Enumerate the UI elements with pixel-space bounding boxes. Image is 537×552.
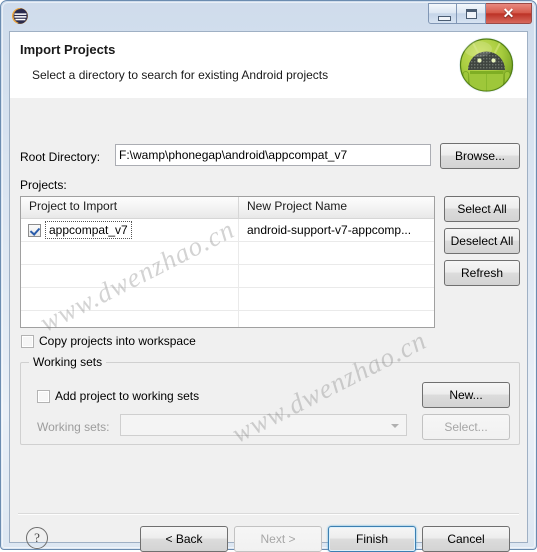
back-button[interactable]: < Back	[140, 526, 228, 552]
close-button[interactable]: ✕	[486, 3, 532, 24]
projects-label: Projects:	[20, 178, 67, 192]
dialog-body: Root Directory: F:\wamp\phonegap\android…	[10, 98, 527, 552]
table-row[interactable]	[21, 311, 434, 327]
project-name-text: appcompat_v7	[45, 221, 132, 239]
projects-table[interactable]: Project to Import New Project Name appco…	[20, 196, 435, 328]
minimize-icon	[438, 16, 451, 21]
maximize-button[interactable]	[457, 3, 486, 24]
column-header-new-project-name[interactable]: New Project Name	[239, 197, 434, 218]
table-header: Project to Import New Project Name	[21, 197, 434, 219]
window-controls: ✕	[428, 3, 532, 24]
finish-button[interactable]: Finish	[328, 526, 416, 552]
wizard-banner: Import Projects Select a directory to se…	[10, 32, 527, 99]
cell-project-to-import[interactable]	[21, 288, 239, 310]
cell-project-to-import[interactable]	[21, 242, 239, 264]
checkbox-icon	[21, 334, 34, 348]
add-project-label: Add project to working sets	[55, 389, 200, 403]
cancel-button[interactable]: Cancel	[422, 526, 510, 552]
chevron-down-icon	[391, 424, 399, 428]
cell-new-project-name[interactable]	[239, 265, 434, 287]
select-working-set-button[interactable]: Select...	[422, 414, 510, 440]
dialog-client: Import Projects Select a directory to se…	[9, 31, 528, 552]
page-subtitle: Select a directory to search for existin…	[32, 68, 329, 82]
minimize-button[interactable]	[428, 3, 457, 24]
add-project-to-working-sets-checkbox[interactable]: Add project to working sets	[37, 389, 199, 403]
table-row[interactable]	[21, 265, 434, 288]
cell-new-project-name[interactable]	[239, 242, 434, 264]
refresh-button[interactable]: Refresh	[444, 260, 520, 286]
cell-new-project-name[interactable]	[239, 288, 434, 310]
copy-projects-checkbox[interactable]: Copy projects into workspace	[21, 334, 196, 348]
help-button[interactable]: ?	[26, 527, 48, 549]
next-button[interactable]: Next >	[234, 526, 322, 552]
maximize-icon	[466, 9, 477, 19]
cell-project-to-import[interactable]	[21, 311, 239, 327]
cell-project-to-import[interactable]	[21, 265, 239, 287]
root-directory-label: Root Directory:	[20, 150, 101, 164]
table-row[interactable]	[21, 242, 434, 265]
android-robot-icon	[456, 34, 517, 95]
title-bar[interactable]: ✕	[1, 1, 536, 31]
table-body: appcompat_v7 android-support-v7-appcomp..…	[21, 219, 434, 327]
eclipse-icon	[11, 7, 29, 25]
deselect-all-button[interactable]: Deselect All	[444, 228, 520, 254]
checkbox-icon	[37, 389, 50, 403]
column-header-project-to-import[interactable]: Project to Import	[21, 197, 239, 218]
table-row[interactable]	[21, 288, 434, 311]
new-working-set-button[interactable]: New...	[422, 382, 510, 408]
working-sets-legend: Working sets	[29, 355, 107, 369]
dialog-window: ✕ Import Projects Select a directory to …	[0, 0, 537, 552]
browse-button[interactable]: Browse...	[440, 143, 520, 169]
row-checkbox[interactable]	[28, 223, 41, 237]
select-all-button[interactable]: Select All	[444, 196, 520, 222]
copy-projects-label: Copy projects into workspace	[39, 334, 196, 348]
page-title: Import Projects	[20, 42, 116, 57]
footer-separator	[18, 513, 519, 515]
table-row[interactable]: appcompat_v7 android-support-v7-appcomp..…	[21, 219, 434, 242]
root-directory-input[interactable]: F:\wamp\phonegap\android\appcompat_v7	[115, 144, 431, 166]
cell-new-project-name[interactable]: android-support-v7-appcomp...	[239, 219, 434, 241]
cell-project-to-import[interactable]: appcompat_v7	[21, 219, 239, 241]
close-icon: ✕	[502, 5, 515, 21]
working-sets-combo[interactable]	[120, 414, 407, 436]
cell-new-project-name[interactable]	[239, 311, 434, 327]
working-sets-label: Working sets:	[37, 420, 110, 434]
